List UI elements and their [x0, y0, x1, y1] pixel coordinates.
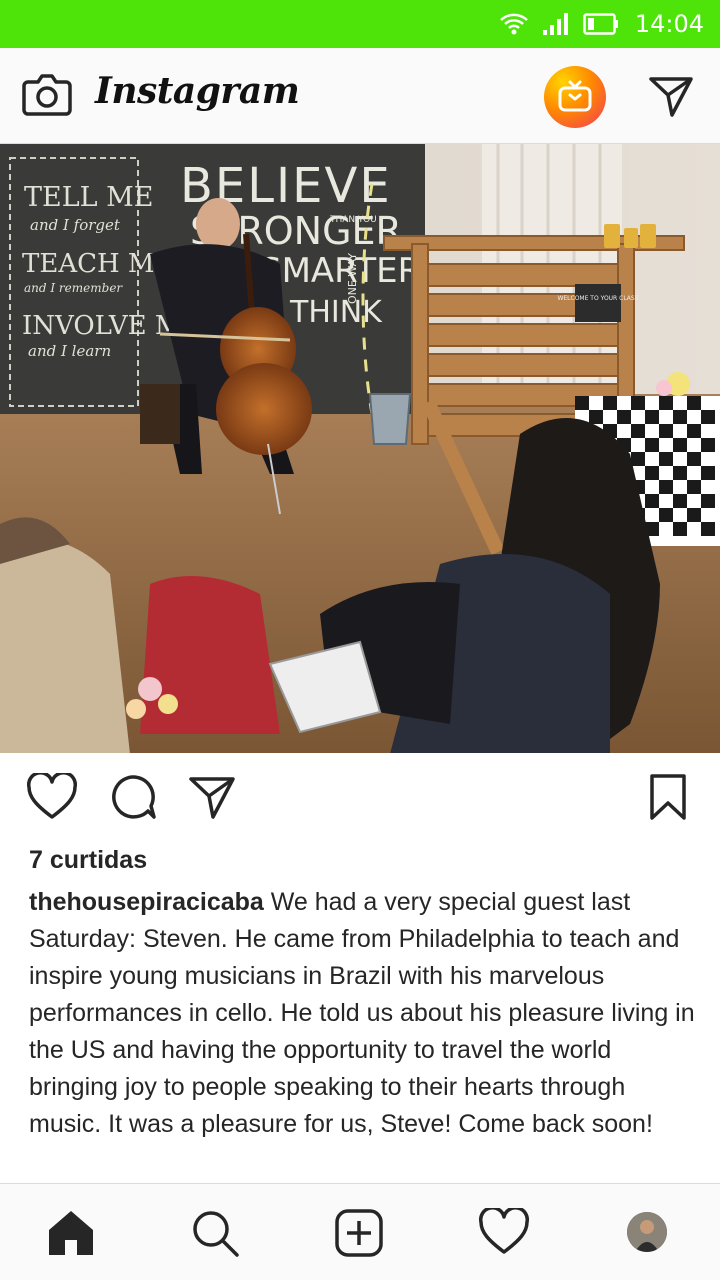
heart-icon[interactable] — [26, 773, 78, 821]
clock: 14:04 — [634, 10, 704, 38]
activity-heart-icon[interactable] — [478, 1208, 530, 1256]
caption-text: We had a very special guest last Saturda… — [29, 888, 695, 1138]
post-photo[interactable]: TELL ME and I forget TEACH ME and I reme… — [0, 144, 720, 753]
chalk-and-i-remember: and I remember — [24, 281, 123, 295]
chalk-think: THINK — [289, 295, 383, 330]
profile-avatar[interactable] — [627, 1212, 667, 1252]
comment-icon[interactable] — [108, 773, 158, 821]
add-post-icon[interactable] — [334, 1208, 384, 1258]
chalk-smarter: SMARTER — [260, 251, 421, 291]
chalk-one-way: ONE WAY — [346, 253, 359, 304]
signal-icon — [542, 13, 568, 35]
chalk-and-i-forget: and I forget — [30, 216, 121, 234]
chalk-and-i-learn: and I learn — [28, 342, 111, 360]
share-icon[interactable] — [188, 773, 236, 821]
status-bar: 14:04 — [0, 0, 720, 48]
welcome-sign: WELCOME TO YOUR CLASS — [557, 295, 638, 302]
bottom-nav — [0, 1183, 720, 1280]
direct-message-icon[interactable] — [648, 73, 694, 119]
wifi-icon — [499, 13, 528, 35]
igtv-icon — [558, 80, 592, 112]
home-icon[interactable] — [46, 1208, 96, 1258]
search-icon[interactable] — [190, 1208, 240, 1258]
battery-icon — [583, 13, 618, 35]
chalk-teach-me: TEACH ME — [22, 249, 174, 279]
like-count[interactable]: 7 curtidas — [29, 846, 147, 875]
bookmark-icon[interactable] — [648, 773, 688, 821]
igtv-button[interactable] — [544, 66, 606, 128]
chalk-tell-me: TELL ME — [24, 182, 154, 213]
top-app-bar: Instagram — [0, 48, 720, 144]
camera-icon[interactable] — [22, 72, 72, 118]
post-caption: thehousepiracicaba We had a very special… — [29, 884, 699, 1143]
chalk-than-you: THAN YOU — [329, 215, 377, 225]
caption-username[interactable]: thehousepiracicaba — [29, 888, 264, 916]
post-actions — [0, 753, 720, 843]
instagram-logo: Instagram — [95, 70, 300, 112]
